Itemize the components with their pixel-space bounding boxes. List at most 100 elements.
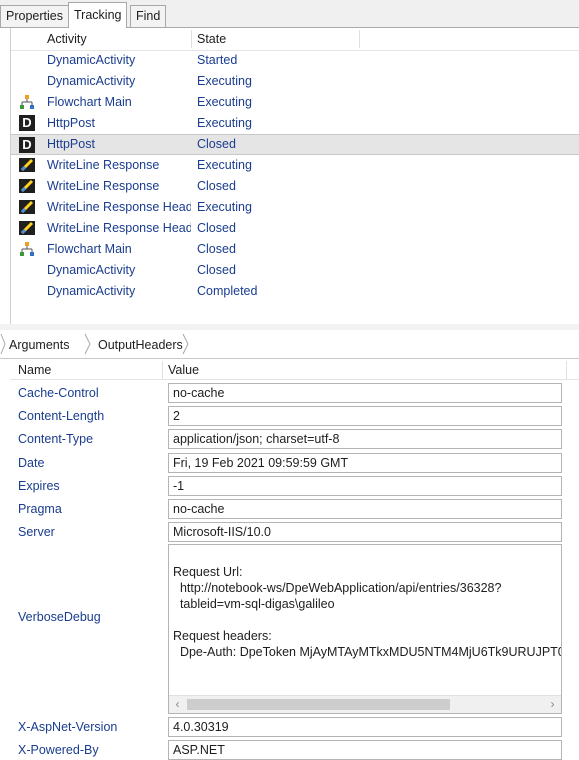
- property-row: Content-Length 2: [10, 406, 579, 427]
- tab-find[interactable]: Find: [130, 5, 167, 27]
- tab-tracking-label: Tracking: [74, 8, 122, 22]
- breadcrumb-shapes: [0, 333, 189, 355]
- activity-state: Executing: [197, 158, 252, 172]
- writeline-icon: [19, 199, 35, 215]
- property-name: Content-Type: [18, 432, 94, 447]
- column-header-state[interactable]: State: [197, 32, 226, 46]
- property-value-field[interactable]: Microsoft-IIS/10.0: [168, 522, 562, 543]
- writeline-icon: [19, 220, 35, 236]
- activity-state: Completed: [197, 284, 258, 298]
- tab-find-label: Find: [136, 9, 161, 23]
- verbose-line: Request Url:: [173, 565, 243, 579]
- activity-name: Flowchart Main: [47, 95, 132, 109]
- activity-name: Flowchart Main: [47, 242, 132, 256]
- flowchart-icon: [19, 94, 35, 110]
- property-value-field[interactable]: no-cache: [168, 383, 562, 403]
- property-row: X-Powered-By ASP.NET: [10, 740, 579, 760]
- tab-properties-label: Properties: [6, 9, 63, 23]
- activity-row[interactable]: Flowchart Main Closed: [11, 239, 579, 260]
- activity-row[interactable]: DynamicActivity Closed: [11, 260, 579, 281]
- activity-name: WriteLine Response Heade: [47, 221, 191, 235]
- property-value-field[interactable]: 4.0.30319: [168, 717, 562, 737]
- panel-tab-strip: Properties Tracking Find: [0, 0, 579, 28]
- column-header-name[interactable]: Name: [18, 363, 51, 377]
- property-value: application/json; charset=utf-8: [173, 432, 340, 447]
- breadcrumb: Arguments OutputHeaders: [0, 330, 579, 359]
- activity-row[interactable]: WriteLine Response Closed: [11, 176, 579, 197]
- activity-state: Executing: [197, 200, 252, 214]
- property-value: no-cache: [173, 502, 225, 516]
- tracking-activity-list: Activity State DynamicActivity Started Dyn…: [10, 28, 579, 325]
- scrollbar-thumb[interactable]: [187, 699, 450, 710]
- verbose-line: Dpe-Auth: DpeToken MjAyMTAyMTkxMDU5NTM4M…: [173, 645, 562, 659]
- property-value-field[interactable]: no-cache: [168, 499, 562, 519]
- column-separator[interactable]: [566, 361, 567, 379]
- activity-name: DynamicActivity: [47, 53, 136, 67]
- breadcrumb-item-outputheaders[interactable]: OutputHeaders: [98, 338, 183, 352]
- scroll-right-icon[interactable]: ›: [544, 696, 561, 713]
- activity-name: DynamicActivity: [47, 74, 136, 88]
- column-separator[interactable]: [162, 361, 163, 379]
- flowchart-icon: [19, 241, 35, 257]
- activity-state: Closed: [197, 221, 236, 235]
- activity-row[interactable]: D HttpPost Closed: [11, 134, 579, 155]
- activity-row[interactable]: D HttpPost Executing: [11, 113, 579, 134]
- activity-name: DynamicActivity: [47, 284, 136, 298]
- activity-state: Closed: [197, 242, 236, 256]
- activity-row[interactable]: Flowchart Main Executing: [11, 92, 579, 113]
- property-value: -1: [173, 478, 185, 493]
- property-name: X-Powered-By: [18, 743, 99, 758]
- activity-row[interactable]: WriteLine Response Heade Executing: [11, 197, 579, 218]
- breadcrumb-item-arguments[interactable]: Arguments: [9, 338, 69, 352]
- property-name: Date: [18, 455, 45, 470]
- verbose-debug-text: Request Url: http://notebook-ws/DpeWebAp…: [173, 564, 561, 660]
- property-value: 2: [173, 409, 180, 424]
- d-letter-icon: D: [19, 115, 35, 131]
- property-value-field[interactable]: 2: [168, 406, 562, 427]
- property-value-field[interactable]: application/json; charset=utf-8: [168, 429, 562, 450]
- scroll-left-icon[interactable]: ‹: [169, 696, 186, 713]
- property-row: Cache-Control no-cache: [10, 383, 579, 403]
- property-name: Server: [18, 525, 55, 540]
- property-row: X-AspNet-Version 4.0.30319: [10, 717, 579, 737]
- activity-name: DynamicActivity: [47, 263, 136, 277]
- activity-row[interactable]: WriteLine Response Heade Closed: [11, 218, 579, 239]
- tab-tracking[interactable]: Tracking: [68, 2, 128, 28]
- blank-icon: [19, 52, 35, 68]
- property-row: Date Fri, 19 Feb 2021 09:59:59 GMT: [10, 452, 579, 473]
- column-separator[interactable]: [359, 30, 360, 48]
- column-header-activity[interactable]: Activity: [47, 32, 87, 46]
- property-value: no-cache: [173, 386, 225, 400]
- horizontal-scrollbar[interactable]: ‹ ›: [169, 695, 561, 713]
- verbose-debug-textbox[interactable]: Request Url: http://notebook-ws/DpeWebAp…: [168, 544, 562, 714]
- writeline-icon: [19, 178, 35, 194]
- property-name: Content-Length: [18, 409, 105, 424]
- activity-name: WriteLine Response: [47, 179, 160, 193]
- verbose-line: tableid=vm-sql-digas\galileo: [173, 597, 335, 611]
- property-row: Pragma no-cache: [10, 499, 579, 519]
- activity-row[interactable]: DynamicActivity Executing: [11, 71, 579, 92]
- property-value-field[interactable]: Fri, 19 Feb 2021 09:59:59 GMT: [168, 452, 562, 473]
- property-value-field[interactable]: ASP.NET: [168, 740, 562, 760]
- tab-properties[interactable]: Properties: [0, 5, 69, 27]
- property-row: Expires -1: [10, 475, 579, 496]
- blank-icon: [19, 73, 35, 89]
- activity-table-header: Activity State: [11, 28, 579, 51]
- property-value: ASP.NET: [173, 743, 225, 758]
- activity-row[interactable]: WriteLine Response Executing: [11, 155, 579, 176]
- column-header-value[interactable]: Value: [168, 363, 199, 377]
- verbose-line: [173, 612, 561, 628]
- activity-row[interactable]: DynamicActivity Started: [11, 50, 579, 71]
- activity-row[interactable]: DynamicActivity Completed: [11, 281, 579, 302]
- activity-state: Executing: [197, 95, 252, 109]
- property-value: Fri, 19 Feb 2021 09:59:59 GMT: [173, 455, 349, 470]
- activity-state: Closed: [197, 137, 236, 151]
- activity-name: WriteLine Response: [47, 158, 160, 172]
- column-separator[interactable]: [191, 30, 192, 48]
- property-name: VerboseDebug: [18, 610, 101, 624]
- blank-icon: [19, 262, 35, 278]
- property-name: Pragma: [18, 502, 62, 516]
- property-value-field[interactable]: -1: [168, 475, 562, 496]
- activity-state: Closed: [197, 263, 236, 277]
- activity-state: Executing: [197, 74, 252, 88]
